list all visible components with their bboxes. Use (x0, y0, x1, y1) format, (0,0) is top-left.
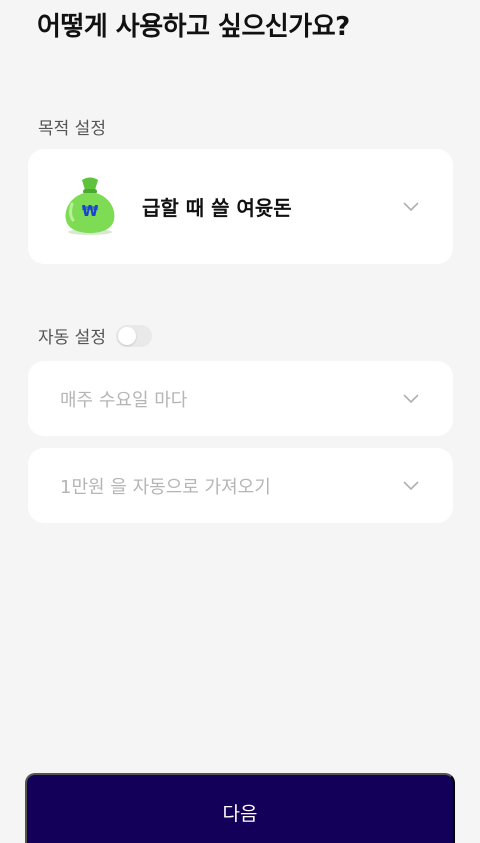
next-button[interactable]: 다음 (25, 773, 455, 843)
auto-setting-toggle[interactable] (115, 324, 152, 347)
money-bag-icon: ₩ (62, 174, 118, 240)
weekday-select[interactable]: 매주 수요일 마다 (28, 361, 453, 436)
page-title: 어떻게 사용하고 싶으신가요? (37, 12, 350, 42)
weekday-placeholder: 매주 수요일 마다 (60, 389, 188, 411)
purpose-select[interactable]: ₩ 급할 때 쓸 여윳돈 (28, 149, 453, 264)
purpose-section-label: 목적 설정 (38, 119, 106, 139)
auto-setting-row: 자동 설정 (38, 323, 152, 348)
purpose-selected-value: 급할 때 쓸 여윳돈 (142, 196, 292, 220)
purpose-setup-screen: 어떻게 사용하고 싶으신가요? 목적 설정 ₩ 급할 때 쓸 여윳돈 자동 설정… (0, 0, 480, 843)
amount-select[interactable]: 1만원 을 자동으로 가져오기 (28, 448, 453, 523)
chevron-down-icon (403, 393, 419, 403)
chevron-down-icon (403, 480, 419, 490)
svg-text:₩: ₩ (82, 202, 99, 220)
auto-setting-label: 자동 설정 (38, 328, 106, 348)
amount-placeholder: 1만원 을 자동으로 가져오기 (60, 476, 271, 498)
toggle-knob (117, 326, 136, 345)
chevron-down-icon (403, 201, 419, 211)
